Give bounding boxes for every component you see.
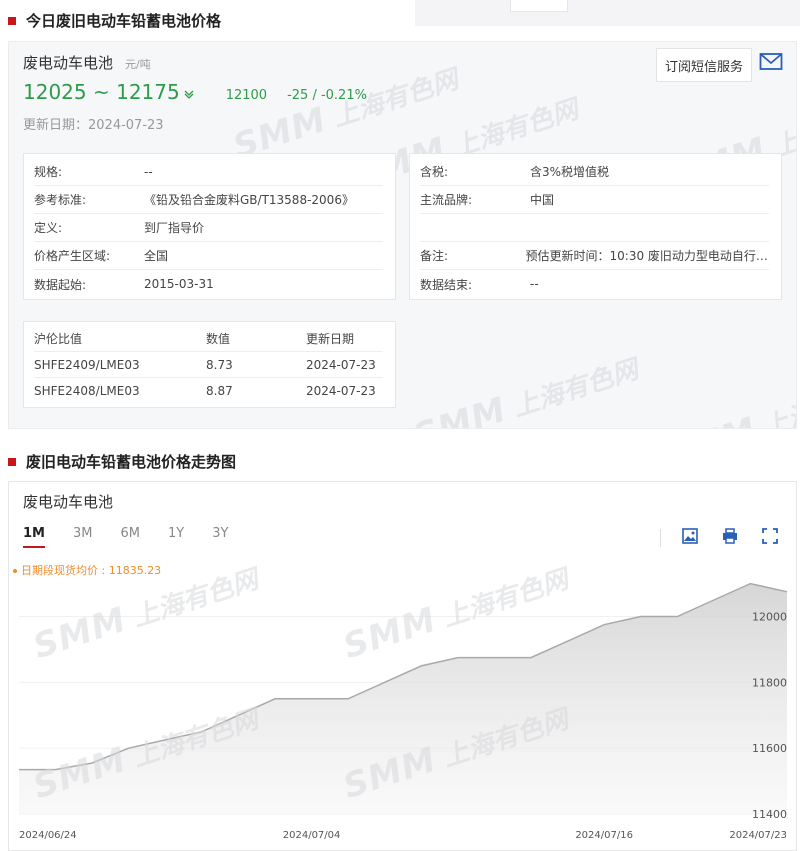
info-key: 参考标准: (34, 193, 87, 207)
note-dot (13, 569, 17, 573)
info-value: -- (530, 277, 539, 291)
table-cell: 8.87 (206, 384, 233, 398)
section-title-text: 废旧电动车铅蓄电池价格走势图 (26, 453, 237, 471)
column-header: 数值 (206, 332, 231, 346)
price-average: 12100 (225, 88, 268, 103)
update-date: 更新日期：2024-07-23 (23, 118, 164, 133)
info-value: 预估更新时间：10:30 废旧动力型电动自行车... (525, 249, 769, 263)
chart-product-name: 废电动车电池 (23, 493, 114, 511)
top-right-toolbar (415, 0, 800, 26)
info-row: 含税: 含3%税增值税 (420, 158, 769, 186)
section-marker (8, 457, 16, 466)
image-download-icon[interactable] (681, 527, 699, 545)
table-row: SHFE2408/LME03 8.87 2024-07-23 (34, 378, 383, 404)
x-tick-label: 2024/07/16 (575, 830, 633, 841)
info-key: 主流品牌: (420, 193, 473, 207)
y-tick-label: 12000 (752, 611, 787, 624)
info-value: 含3%税增值税 (530, 165, 610, 179)
info-row: 参考标准: 《铅及铅合金废料GB/T13588-2006》 (34, 186, 383, 214)
mail-icon[interactable] (759, 52, 783, 72)
range-tabs: 1M 3M 6M 1Y 3Y (23, 526, 256, 548)
tab-3m[interactable]: 3M (73, 526, 93, 548)
x-tick-label: 2024/06/24 (19, 830, 77, 841)
tab-1y[interactable]: 1Y (168, 526, 184, 548)
table-cell: 2024-07-23 (306, 384, 376, 398)
info-row: 数据起始: 2015-03-31 (34, 270, 383, 298)
shfe-lme-ratio-table: 沪伦比值 数值 更新日期 SHFE2409/LME03 8.73 2024-07… (23, 321, 396, 408)
top-right-tab[interactable] (510, 0, 568, 12)
watermark: SMM上海有色网 (659, 374, 797, 429)
product-header: 废电动车电池 元/吨 (23, 52, 151, 73)
info-key: 规格: (34, 165, 63, 179)
product-unit: 元/吨 (125, 58, 151, 71)
tab-6m[interactable]: 6M (120, 526, 140, 548)
info-key: 价格产生区域: (34, 249, 111, 263)
section-marker (8, 16, 16, 25)
note-text: 日期段现货均价 : 11835.23 (21, 564, 162, 577)
column-header: 沪伦比值 (34, 332, 83, 346)
info-key: 数据结束: (420, 277, 473, 292)
y-tick-label: 11800 (752, 676, 787, 689)
info-row: 规格: -- (34, 158, 383, 186)
info-value: 到厂指导价 (144, 221, 205, 235)
info-value: 《铅及铅合金废料GB/T13588-2006》 (144, 193, 354, 207)
y-tick-label: 11400 (752, 808, 787, 821)
info-row: 数据结束: -- (420, 270, 769, 298)
table-cell: 8.73 (206, 357, 233, 372)
fullscreen-icon[interactable] (761, 527, 779, 545)
x-tick-label: 2024/07/04 (283, 830, 341, 841)
info-value: -- (144, 164, 153, 179)
column-header: 更新日期 (306, 332, 355, 346)
y-tick-label: 11600 (752, 742, 787, 755)
table-header-row: 沪伦比值 数值 更新日期 (34, 326, 383, 352)
price-row: 12025 ~ 12175 12100 -25 / -0.21% (23, 80, 367, 104)
price-trend-chart-card: 11400 11600 11800 12000 2024/06/24 2024/07/04… (8, 481, 797, 851)
info-value: 全国 (144, 249, 169, 263)
period-average-note: 日期段现货均价 : 11835.23 (13, 562, 161, 578)
toolbar-divider (660, 529, 661, 547)
tab-3y[interactable]: 3Y (212, 526, 228, 548)
x-tick-label: 2024/07/23 (729, 830, 787, 841)
table-cell: 2024-07-23 (306, 357, 376, 372)
info-value: 中国 (530, 193, 555, 207)
info-row: 备注: 预估更新时间：10:30 废旧动力型电动自行车... (420, 242, 769, 270)
watermark: SMM上海有色网 (408, 354, 643, 429)
info-row (420, 214, 769, 242)
info-key: 备注: (420, 249, 449, 263)
info-table-left: 规格: -- 参考标准: 《铅及铅合金废料GB/T13588-2006》定义: 到厂指导… (23, 153, 396, 300)
price-change: -25 / -0.21% (287, 88, 367, 103)
tab-1m[interactable]: 1M (23, 526, 45, 548)
price-area (19, 583, 787, 814)
subscribe-sms-button[interactable]: 订阅短信服务 (656, 48, 753, 82)
down-arrow-icon (184, 89, 194, 102)
watermark: SMM上海有色网 (228, 64, 463, 168)
info-row: 定义: 到厂指导价 (34, 214, 383, 242)
info-row: 价格产生区域: 全国 (34, 242, 383, 270)
table-row: SHFE2409/LME03 8.73 2024-07-23 (34, 352, 383, 378)
info-value: 2015-03-31 (144, 277, 214, 291)
product-name: 废电动车电池 (23, 54, 114, 72)
table-cell: SHFE2408/LME03 (34, 384, 140, 398)
info-key: 含税: (420, 165, 449, 179)
info-key: 数据起始: (34, 277, 87, 292)
print-icon[interactable] (721, 527, 739, 545)
info-row: 主流品牌: 中国 (420, 186, 769, 214)
section-title-price-trend: 废旧电动车铅蓄电池价格走势图 (8, 451, 236, 472)
price-card: SMM上海有色网 SMM上海有色网 SMM上海有色网 SMM上海有色网 SMM上… (8, 41, 797, 429)
table-cell: SHFE2409/LME03 (34, 357, 140, 372)
section-title-today-price: 今日废旧电动车铅蓄电池价格 (8, 10, 221, 31)
price-range: 12025 ~ 12175 (23, 80, 180, 104)
info-key: 定义: (34, 221, 63, 235)
section-title-text: 今日废旧电动车铅蓄电池价格 (26, 12, 222, 30)
info-table-right: 含税: 含3%税增值税主流品牌: 中国备注: 预估更新时间：10:30 废旧动力型电动… (409, 153, 782, 300)
